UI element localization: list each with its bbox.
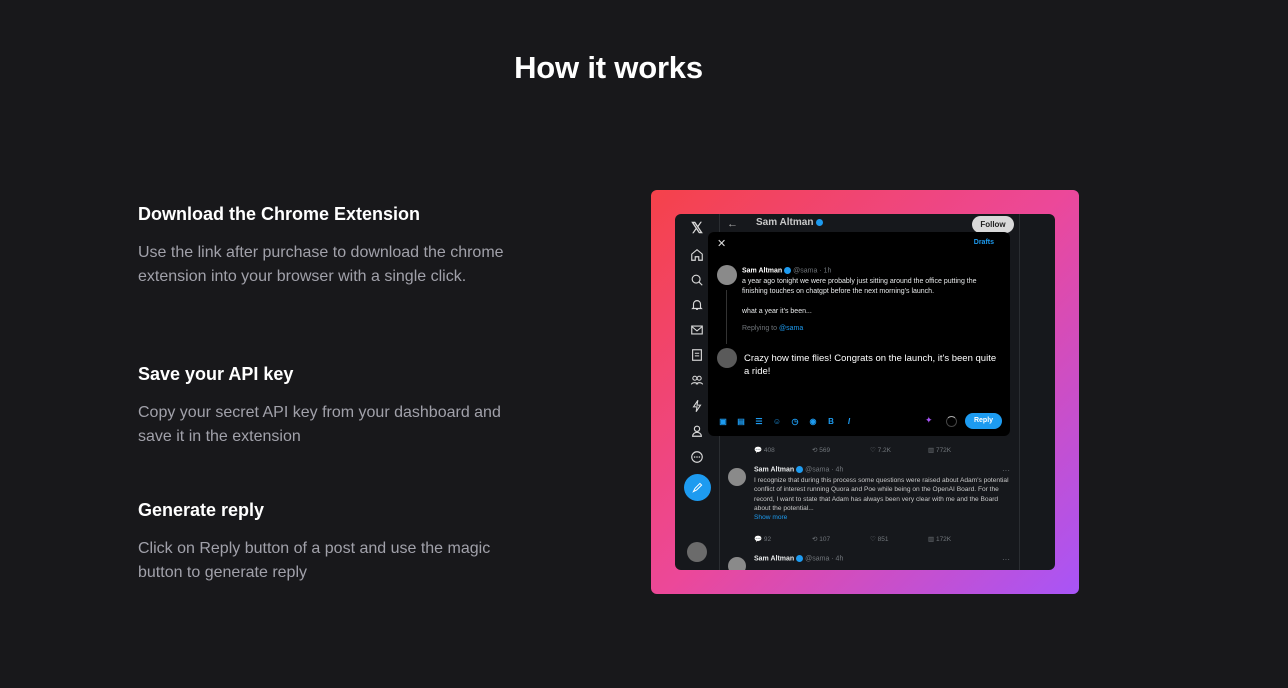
reply-toolbar: ▣ ▤ ☰ ☺ ◷ ◉ B I (717, 417, 867, 427)
tweet-text: a year ago tonight we were probably just… (742, 278, 977, 295)
x-logo-icon: 𝕏 (690, 220, 704, 237)
step-title: Generate reply (138, 500, 265, 520)
thread-line (726, 290, 727, 344)
demo-image-frame: 𝕏 ← Sam Altman Follow ✕ Drafts Sam Altma… (651, 190, 1079, 594)
poll-icon: ☰ (755, 417, 763, 426)
location-icon: ◉ (809, 417, 817, 426)
verified-badge-icon (784, 267, 792, 274)
char-count-ring (946, 416, 957, 427)
tweet-text: what a year it's been... (742, 308, 812, 315)
reply-count: 💬 92 (754, 536, 772, 543)
tweet-author: Sam Altman @sama · 1h (742, 267, 832, 275)
schedule-icon: ◷ (791, 417, 799, 426)
avatar (717, 265, 737, 285)
more-icon (689, 449, 705, 465)
demo-screenshot: 𝕏 ← Sam Altman Follow ✕ Drafts Sam Altma… (675, 214, 1055, 570)
step-description: Use the link after purchase to download … (138, 244, 504, 285)
verified-badge-icon (796, 466, 804, 473)
close-icon: ✕ (717, 238, 727, 250)
post-actions: 💬 92 ⟲ 107 ♡ 851 ▥ 172K (754, 535, 986, 543)
reply-draft-text: Crazy how time flies! Congrats on the la… (744, 353, 997, 377)
avatar (687, 542, 707, 562)
repost-count: ⟲ 107 (812, 536, 831, 543)
step-title: Download the Chrome Extension (138, 204, 421, 224)
step-generate-reply: Generate reply Click on Reply button of … (138, 500, 538, 585)
step-save-api-key: Save your API key Copy your secret API k… (138, 364, 538, 449)
reply-count: 💬 408 (754, 447, 775, 454)
step-description: Click on Reply button of a post and use … (138, 540, 491, 581)
italic-icon: I (847, 417, 851, 426)
drafts-link: Drafts (973, 239, 994, 246)
magic-sparkle-icon: ✦ (925, 415, 933, 425)
show-more-link: Show more (754, 514, 788, 522)
step-title: Save your API key (138, 364, 294, 384)
search-icon (689, 272, 705, 288)
profile-icon (689, 423, 705, 439)
step-description: Copy your secret API key from your dashb… (138, 404, 501, 445)
avatar (717, 348, 737, 368)
view-count: ▥ 172K (928, 536, 952, 543)
reply-button: Reply (965, 413, 1002, 429)
post-author: Sam Altman @sama · 4h (754, 555, 844, 563)
bold-icon: B (828, 417, 834, 426)
step-download-extension: Download the Chrome Extension Use the li… (138, 204, 538, 289)
verified-badge-icon (796, 555, 804, 562)
more-options-icon: ··· (1002, 466, 1010, 475)
repost-count: ⟲ 569 (812, 447, 831, 454)
post-actions: 💬 408 ⟲ 569 ♡ 7.2K ▥ 772K (754, 446, 986, 454)
emoji-icon: ☺ (772, 417, 782, 426)
home-icon (689, 247, 705, 263)
reply-modal: ✕ Drafts Sam Altman @sama · 1h a year ag… (708, 232, 1010, 436)
bell-icon (689, 297, 705, 313)
post-text: I recognize that during this process som… (754, 477, 1009, 522)
avatar (728, 557, 746, 570)
compose-icon (684, 474, 711, 501)
mail-icon (689, 322, 705, 338)
post-author: Sam Altman @sama · 4h (754, 466, 844, 474)
more-options-icon: ··· (1002, 555, 1010, 564)
avatar (728, 468, 746, 486)
like-count: ♡ 851 (870, 536, 889, 543)
replying-to: Replying to @sama (742, 325, 804, 332)
gif-icon: ▤ (737, 417, 745, 426)
list-icon (689, 347, 705, 363)
like-count: ♡ 7.2K (870, 447, 892, 454)
view-count: ▥ 772K (928, 447, 952, 454)
lightning-icon (689, 398, 705, 414)
section-title: How it works (514, 50, 703, 85)
image-icon: ▣ (719, 417, 727, 426)
communities-icon (689, 372, 705, 388)
